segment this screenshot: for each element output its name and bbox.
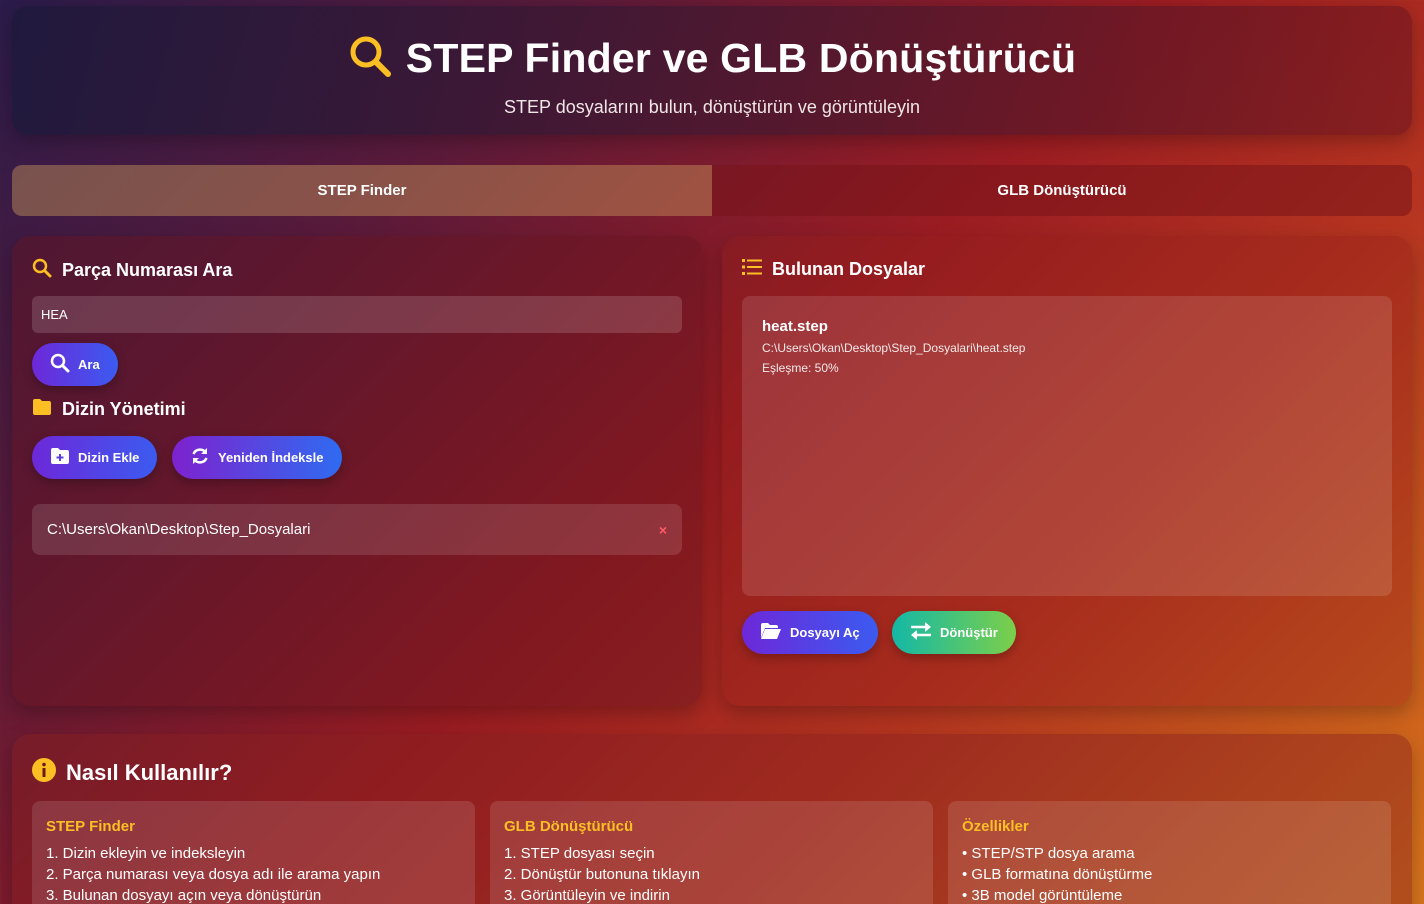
convert-label: Dönüştür (940, 625, 998, 640)
result-file-path: C:\Users\Okan\Desktop\Step_Dosyalari\hea… (762, 341, 1026, 355)
folder-open-icon (760, 622, 782, 643)
results-title-label: Bulunan Dosyalar (772, 259, 926, 279)
directory-list-item: C:\Users\Okan\Desktop\Step_Dosyalari × (32, 504, 682, 555)
add-directory-button[interactable]: Dizin Ekle (32, 436, 158, 479)
reindex-label: Yeniden İndeksle (218, 450, 324, 465)
card-title: Özellikler (962, 818, 1029, 835)
card-line: • GLB formatına dönüştürme (962, 866, 1153, 883)
convert-button[interactable]: Dönüştür (892, 611, 1016, 654)
search-input[interactable] (32, 296, 682, 333)
app-header: STEP Finder ve GLB Dönüştürücü STEP dosy… (12, 6, 1412, 135)
folder-plus-icon (50, 447, 70, 468)
list-icon (742, 258, 762, 281)
howto-title-label: Nasıl Kullanılır? (66, 760, 233, 785)
howto-card-glb-converter: GLB Dönüştürücü 1. STEP dosyası seçin 2.… (490, 801, 933, 904)
add-directory-label: Dizin Ekle (78, 450, 140, 465)
result-match-score: Eşleşme: 50% (762, 361, 839, 375)
howto-section-title: Nasıl Kullanılır? (32, 758, 232, 788)
open-file-label: Dosyayı Aç (790, 625, 860, 640)
tab-step-finder[interactable]: STEP Finder (12, 165, 712, 216)
remove-directory-button[interactable]: × (659, 522, 667, 538)
howto-card-features: Özellikler • STEP/STP dosya arama • GLB … (948, 801, 1391, 904)
card-line: • STEP/STP dosya arama (962, 845, 1135, 862)
search-title-label: Parça Numarası Ara (62, 260, 233, 280)
search-icon (50, 353, 70, 376)
tab-glb-converter[interactable]: GLB Dönüştürücü (712, 165, 1412, 216)
card-line: • 3B model görüntüleme (962, 887, 1123, 904)
howto-panel: Nasıl Kullanılır? STEP Finder 1. Dizin e… (12, 734, 1412, 904)
search-button[interactable]: Ara (32, 343, 118, 386)
directory-title-label: Dizin Yönetimi (62, 399, 186, 419)
search-section-title: Parça Numarası Ara (32, 258, 232, 283)
exchange-icon (910, 621, 932, 644)
directory-section-title: Dizin Yönetimi (32, 398, 186, 421)
open-file-button[interactable]: Dosyayı Aç (742, 611, 878, 654)
results-panel: Bulunan Dosyalar heat.step C:\Users\Okan… (722, 236, 1412, 706)
page-subtitle: STEP dosyalarını bulun, dönüştürün ve gö… (504, 97, 920, 117)
card-line: 2. Dönüştür butonuna tıklayın (504, 866, 700, 883)
search-icon (32, 258, 52, 283)
refresh-icon (190, 446, 210, 469)
page-title: STEP Finder ve GLB Dönüştürücü (405, 35, 1077, 81)
results-list: heat.step C:\Users\Okan\Desktop\Step_Dos… (742, 296, 1392, 596)
reindex-button[interactable]: Yeniden İndeksle (172, 436, 342, 479)
search-icon (348, 34, 392, 83)
info-icon (32, 758, 56, 788)
results-section-title: Bulunan Dosyalar (742, 258, 925, 281)
card-title: GLB Dönüştürücü (504, 818, 634, 835)
result-item[interactable]: heat.step C:\Users\Okan\Desktop\Step_Dos… (762, 318, 1372, 375)
card-line: 1. STEP dosyası seçin (504, 845, 655, 862)
card-title: STEP Finder (46, 818, 135, 835)
card-line: 2. Parça numarası veya dosya adı ile ara… (46, 866, 381, 883)
search-button-label: Ara (78, 357, 100, 372)
howto-card-step-finder: STEP Finder 1. Dizin ekleyin ve indeksle… (32, 801, 475, 904)
result-file-name: heat.step (762, 318, 828, 335)
card-line: 3. Bulunan dosyayı açın veya dönüştürün (46, 887, 322, 904)
card-line: 3. Görüntüleyin ve indirin (504, 887, 670, 904)
tab-bar: STEP Finder GLB Dönüştürücü (12, 165, 1412, 216)
card-line: 1. Dizin ekleyin ve indeksleyin (46, 845, 246, 862)
directory-path: C:\Users\Okan\Desktop\Step_Dosyalari (47, 521, 311, 538)
search-panel: Parça Numarası Ara Ara Dizin Yönetimi Di… (12, 236, 702, 706)
folder-icon (32, 398, 52, 421)
